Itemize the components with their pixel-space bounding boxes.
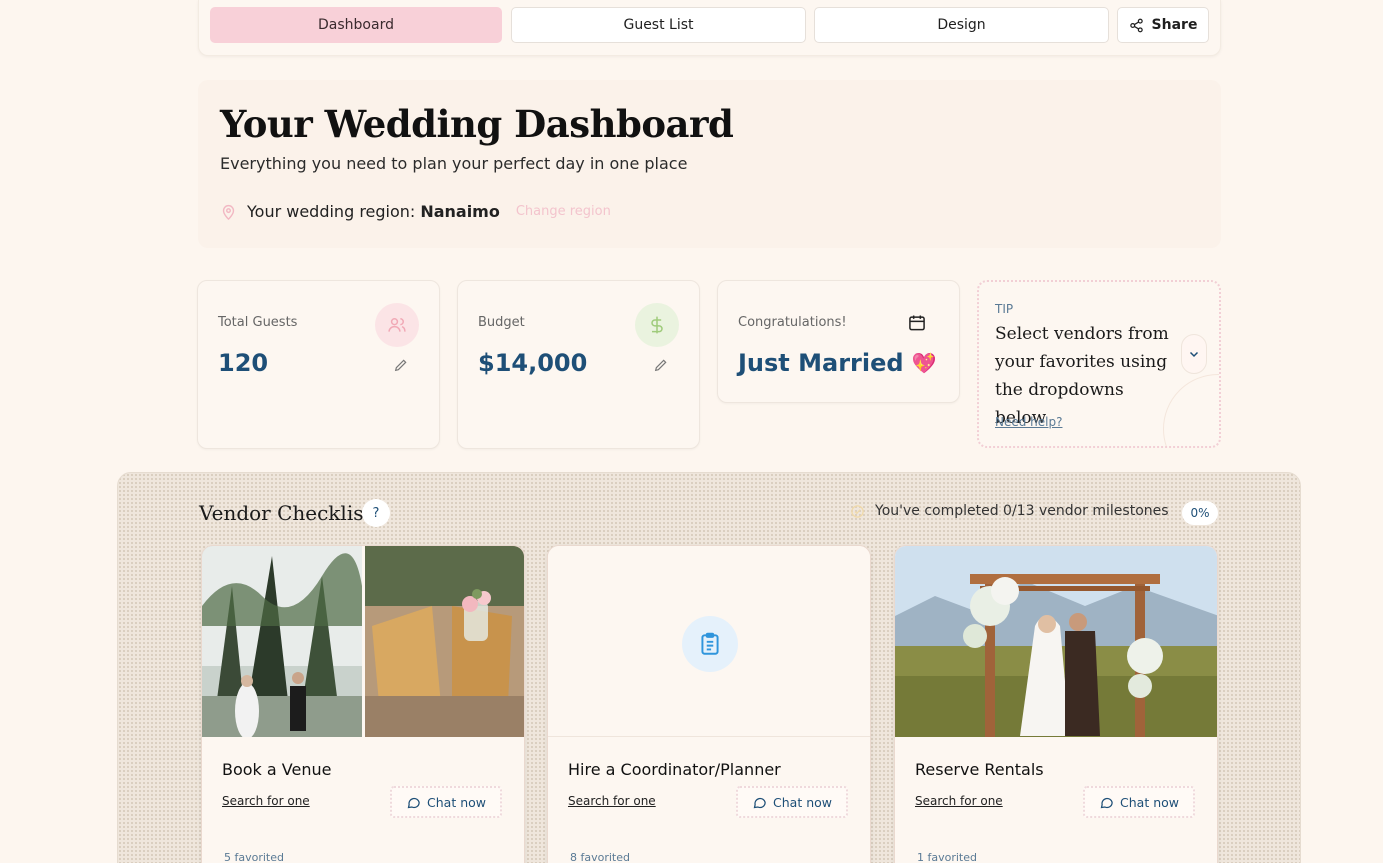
chat-now-button[interactable]: Chat now [1083, 786, 1195, 818]
chat-label: Chat now [427, 794, 486, 810]
vendor-title: Reserve Rentals [915, 760, 1044, 779]
budget-value: $14,000 [478, 349, 588, 377]
share-icon [1129, 18, 1144, 33]
vendor-card-coordinator[interactable]: Hire a Coordinator/Planner Search for on… [547, 545, 871, 863]
users-icon [375, 303, 419, 347]
sparkling-heart-icon: 💖 [911, 351, 937, 375]
chat-label: Chat now [773, 794, 832, 810]
coordinator-placeholder [548, 546, 870, 737]
tab-label: Design [937, 17, 986, 33]
checklist-help-button[interactable]: ? [362, 499, 390, 527]
dollar-icon [635, 303, 679, 347]
tab-guest-list[interactable]: Guest List [511, 7, 806, 43]
edit-guests-pencil-icon[interactable] [393, 357, 409, 373]
clipboard-icon [682, 616, 738, 672]
favorited-count: 8 favorited [570, 851, 630, 863]
stat-label: Congratulations! [738, 315, 847, 330]
tab-label: Dashboard [318, 17, 394, 33]
tip-label: TIP [995, 302, 1014, 316]
total-guests-card: Total Guests 120 [197, 280, 440, 449]
favorited-count: 1 favorited [917, 851, 977, 863]
tab-dashboard[interactable]: Dashboard [210, 7, 502, 43]
venue-photos [202, 546, 524, 737]
chat-bubble-icon [752, 795, 767, 810]
check-circle-icon [850, 504, 865, 519]
milestone-progress: You've completed 0/13 vendor milestones [850, 503, 1169, 519]
budget-card: Budget $14,000 [457, 280, 700, 449]
wedding-status-card: Congratulations! Just Married 💖 [717, 280, 960, 403]
tab-design[interactable]: Design [814, 7, 1109, 43]
share-label: Share [1151, 17, 1198, 33]
guests-value: 120 [218, 349, 269, 377]
vendor-checklist: Vendor Checklist ? You've completed 0/13… [117, 472, 1301, 863]
region-prefix: Your wedding region: [247, 202, 416, 221]
chat-now-button[interactable]: Chat now [736, 786, 848, 818]
vendor-title: Hire a Coordinator/Planner [568, 760, 781, 779]
tip-expand-button[interactable] [1181, 334, 1207, 374]
checklist-title: Vendor Checklist [199, 501, 372, 525]
progress-text: You've completed 0/13 vendor milestones [875, 503, 1169, 519]
search-for-one-link[interactable]: Search for one [568, 794, 656, 808]
page-title: Your Wedding Dashboard [220, 102, 734, 146]
location-pin-icon [220, 203, 237, 221]
change-region-link[interactable]: Change region [516, 204, 611, 219]
search-for-one-link[interactable]: Search for one [222, 794, 310, 808]
favorited-count: 5 favorited [224, 851, 284, 863]
tab-label: Guest List [623, 17, 694, 33]
chevron-down-icon [1188, 348, 1200, 360]
chat-label: Chat now [1120, 794, 1179, 810]
vendor-card-rentals[interactable]: Reserve Rentals Search for one Chat now … [894, 545, 1218, 863]
chat-now-button[interactable]: Chat now [390, 786, 502, 818]
search-for-one-link[interactable]: Search for one [915, 794, 1003, 808]
top-nav: Dashboard Guest List Design Share [198, 0, 1221, 56]
status-text: Just Married [738, 349, 904, 377]
stat-label: Budget [478, 315, 525, 330]
chat-bubble-icon [1099, 795, 1114, 810]
vendor-title: Book a Venue [222, 760, 332, 779]
share-button[interactable]: Share [1117, 7, 1209, 43]
rentals-photo [895, 546, 1217, 737]
edit-budget-pencil-icon[interactable] [653, 357, 669, 373]
progress-percent-badge: 0% [1182, 501, 1218, 525]
need-help-link[interactable]: Need help? [995, 415, 1062, 429]
status-value: Just Married 💖 [738, 349, 936, 377]
tip-card: TIP Select vendors from your favorites u… [977, 280, 1221, 448]
chat-bubble-icon [406, 795, 421, 810]
dashboard-header: Your Wedding Dashboard Everything you ne… [198, 80, 1221, 248]
calendar-icon [895, 301, 939, 345]
region-name: Nanaimo [420, 202, 500, 221]
page-subtitle: Everything you need to plan your perfect… [220, 154, 688, 173]
wedding-region: Your wedding region: Nanaimo Change regi… [220, 202, 611, 221]
stat-label: Total Guests [218, 315, 298, 330]
vendor-card-venue[interactable]: Book a Venue Search for one Chat now 5 f… [201, 545, 525, 863]
